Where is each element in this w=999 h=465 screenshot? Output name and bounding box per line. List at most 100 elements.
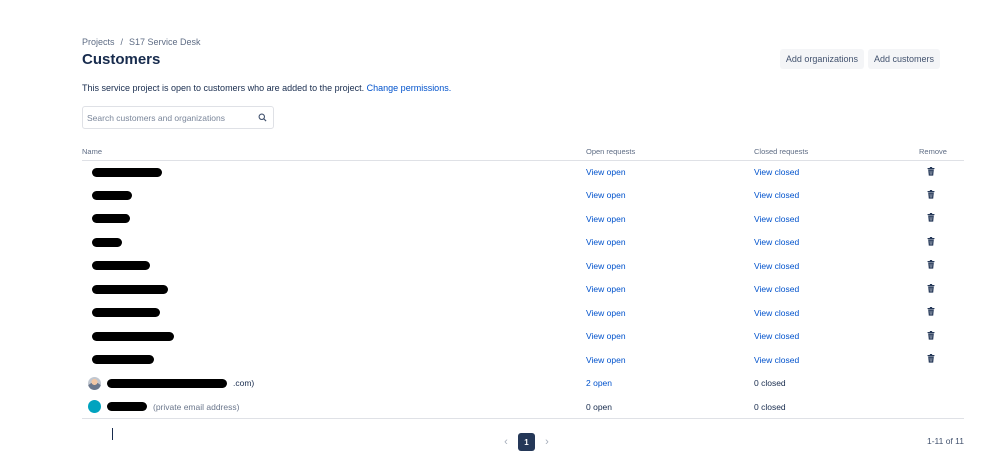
redacted-name [107,378,227,388]
remove-cell [919,184,964,208]
view-closed-link[interactable]: View closed [754,308,799,318]
customer-name-cell [82,207,586,231]
add-organizations-button[interactable]: Add organizations [779,49,864,69]
avatar [88,400,101,413]
header-remove: Remove [919,144,964,161]
breadcrumb: Projects / S17 Service Desk [82,37,201,47]
closed-requests-cell: View closed [754,301,919,325]
trash-icon[interactable] [927,236,935,246]
view-open-link[interactable]: 2 open [586,378,612,388]
intro-description: This service project is open to customer… [82,83,367,93]
customer-name-cell [82,231,586,255]
customer-name [82,331,586,341]
closed-requests-cell: View closed [754,325,919,349]
open-requests-cell: View open [586,325,754,349]
table-row: View open View closed [82,207,964,231]
customer-name: (private email address) [82,400,586,413]
search-icon[interactable] [258,113,267,122]
redacted-name [92,284,168,294]
view-open-link[interactable]: View open [586,261,626,271]
open-requests-cell: 2 open [586,372,754,396]
open-requests-cell: View open [586,160,754,184]
remove-cell [919,207,964,231]
customer-name-cell [82,184,586,208]
remove-cell [919,301,964,325]
customer-name-cell [82,278,586,302]
redacted-name [92,214,130,224]
trash-icon[interactable] [927,283,935,293]
customer-name [82,167,586,177]
open-requests-cell: View open [586,278,754,302]
view-open-link[interactable]: View open [586,214,626,224]
view-open-link[interactable]: View open [586,167,626,177]
trash-icon[interactable] [927,260,935,269]
open-requests-cell: View open [586,184,754,208]
table-row: View open View closed [82,278,964,302]
redacted-name [92,308,160,318]
view-open-link[interactable]: View open [586,190,626,200]
view-closed-link[interactable]: View closed [754,167,799,177]
view-open-link[interactable]: View open [586,355,626,365]
closed-requests-cell: 0 closed [754,372,919,396]
pagination: ‹ 1 › [500,433,553,451]
view-open-link[interactable]: View open [586,284,626,294]
header-open-requests: Open requests [586,144,754,161]
page-title: Customers [82,51,161,68]
trash-icon[interactable] [927,166,935,176]
customer-name-cell: (private email address) [82,395,586,419]
header-name[interactable]: Name [82,144,586,161]
breadcrumb-projects[interactable]: Projects [82,37,115,47]
trash-icon[interactable] [927,213,935,222]
remove-cell [919,325,964,349]
customer-name: .com) [82,376,586,390]
table-row: View open View closed [82,160,964,184]
closed-requests-cell: View closed [754,348,919,372]
change-permissions-link[interactable]: Change permissions. [367,83,452,93]
customer-name-suffix: (private email address) [153,401,240,412]
redacted-name [92,261,150,271]
trash-icon[interactable] [927,330,935,340]
closed-requests-cell: View closed [754,231,919,255]
add-customers-button[interactable]: Add customers [867,49,940,69]
view-closed-link[interactable]: View closed [754,355,799,365]
view-open-link[interactable]: View open [586,331,626,341]
search-box [82,106,274,129]
intro-text: This service project is open to customer… [82,83,451,93]
redacted-name [107,402,147,411]
view-closed-link[interactable]: View closed [754,284,799,294]
view-closed-link[interactable]: View closed [754,331,799,341]
table-row: .com) 2 open 0 closed [82,372,964,396]
closed-requests-cell: View closed [754,278,919,302]
chevron-right-icon[interactable]: › [541,433,553,451]
redacted-name [92,237,122,247]
view-closed-link[interactable]: View closed [754,214,799,224]
breadcrumb-project[interactable]: S17 Service Desk [129,37,201,47]
trash-icon[interactable] [927,354,935,363]
table-row: View open View closed [82,231,964,255]
closed-requests-cell: View closed [754,184,919,208]
view-open-link[interactable]: View open [586,237,626,247]
view-open-link[interactable]: View open [586,308,626,318]
trash-icon[interactable] [927,189,935,199]
search-input[interactable] [87,111,257,125]
remove-cell [919,278,964,302]
table-row: View open View closed [82,325,964,349]
chevron-left-icon[interactable]: ‹ [500,433,512,451]
customer-name-cell [82,301,586,325]
customer-name [82,308,586,318]
header-closed-requests: Closed requests [754,144,919,161]
view-closed-link[interactable]: View closed [754,237,799,247]
customer-name-cell [82,254,586,278]
breadcrumb-separator: / [120,37,124,47]
customer-name [82,214,586,224]
page-button-current[interactable]: 1 [518,433,535,451]
trash-icon[interactable] [927,307,935,316]
closed-requests-cell: View closed [754,207,919,231]
customer-name [82,355,586,365]
result-count: 1-11 of 11 [926,436,964,446]
redacted-name [92,190,132,200]
view-closed-link[interactable]: View closed [754,190,799,200]
customers-table: Name Open requests Closed requests Remov… [82,144,964,419]
view-closed-link[interactable]: View closed [754,261,799,271]
remove-cell [919,395,964,419]
